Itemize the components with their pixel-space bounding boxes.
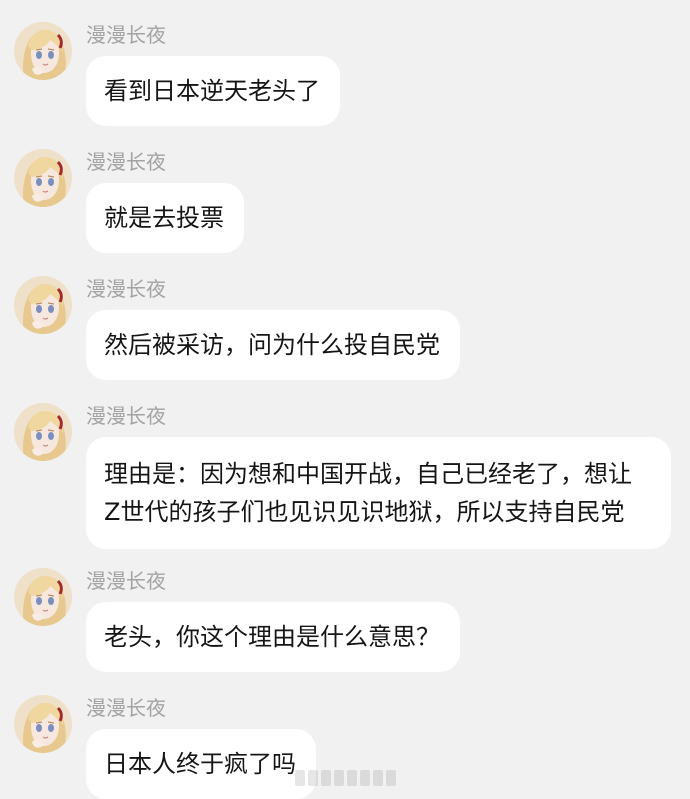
chat-log: 漫漫长夜 看到日本逆天老头了 漫漫长夜 就是去投票 漫漫长夜 然后被采访，问为什… [0,0,690,799]
message-text-line: 理由是：因为想和中国开战，自己已经老了，想让 [104,460,632,488]
message-text: 看到日本逆天老头了 [104,77,320,105]
anime-girl-avatar-icon [14,695,72,753]
anime-girl-avatar-icon [14,568,72,626]
anime-girl-avatar-icon [14,22,72,80]
anime-girl-avatar-icon [14,149,72,207]
avatar[interactable] [14,695,72,753]
message-bubble[interactable]: 看到日本逆天老头了 [86,56,340,126]
message-bubble[interactable]: 理由是：因为想和中国开战，自己已经老了，想让 Z世代的孩子们也见识见识地狱，所以… [86,437,671,549]
avatar[interactable] [14,276,72,334]
sender-name: 漫漫长夜 [86,23,166,47]
message-text: 就是去投票 [104,204,224,232]
message-text: 老头，你这个理由是什么意思？ [104,623,440,651]
message-bubble[interactable]: 就是去投票 [86,183,244,253]
message-text: 日本人终于疯了吗 [104,750,296,778]
avatar[interactable] [14,149,72,207]
sender-name: 漫漫长夜 [86,277,166,301]
sender-name: 漫漫长夜 [86,404,166,428]
message-text-line: Z世代的孩子们也见识见识地狱，所以支持自民党 [104,498,625,526]
message-bubble[interactable]: 日本人终于疯了吗 [86,729,316,799]
message-text: 然后被采访，问为什么投自民党 [104,331,440,359]
avatar[interactable] [14,403,72,461]
message-bubble[interactable]: 然后被采访，问为什么投自民党 [86,310,460,380]
anime-girl-avatar-icon [14,403,72,461]
avatar[interactable] [14,568,72,626]
sender-name: 漫漫长夜 [86,150,166,174]
avatar[interactable] [14,22,72,80]
anime-girl-avatar-icon [14,276,72,334]
sender-name: 漫漫长夜 [86,569,166,593]
sender-name: 漫漫长夜 [86,696,166,720]
message-bubble[interactable]: 老头，你这个理由是什么意思？ [86,602,460,672]
